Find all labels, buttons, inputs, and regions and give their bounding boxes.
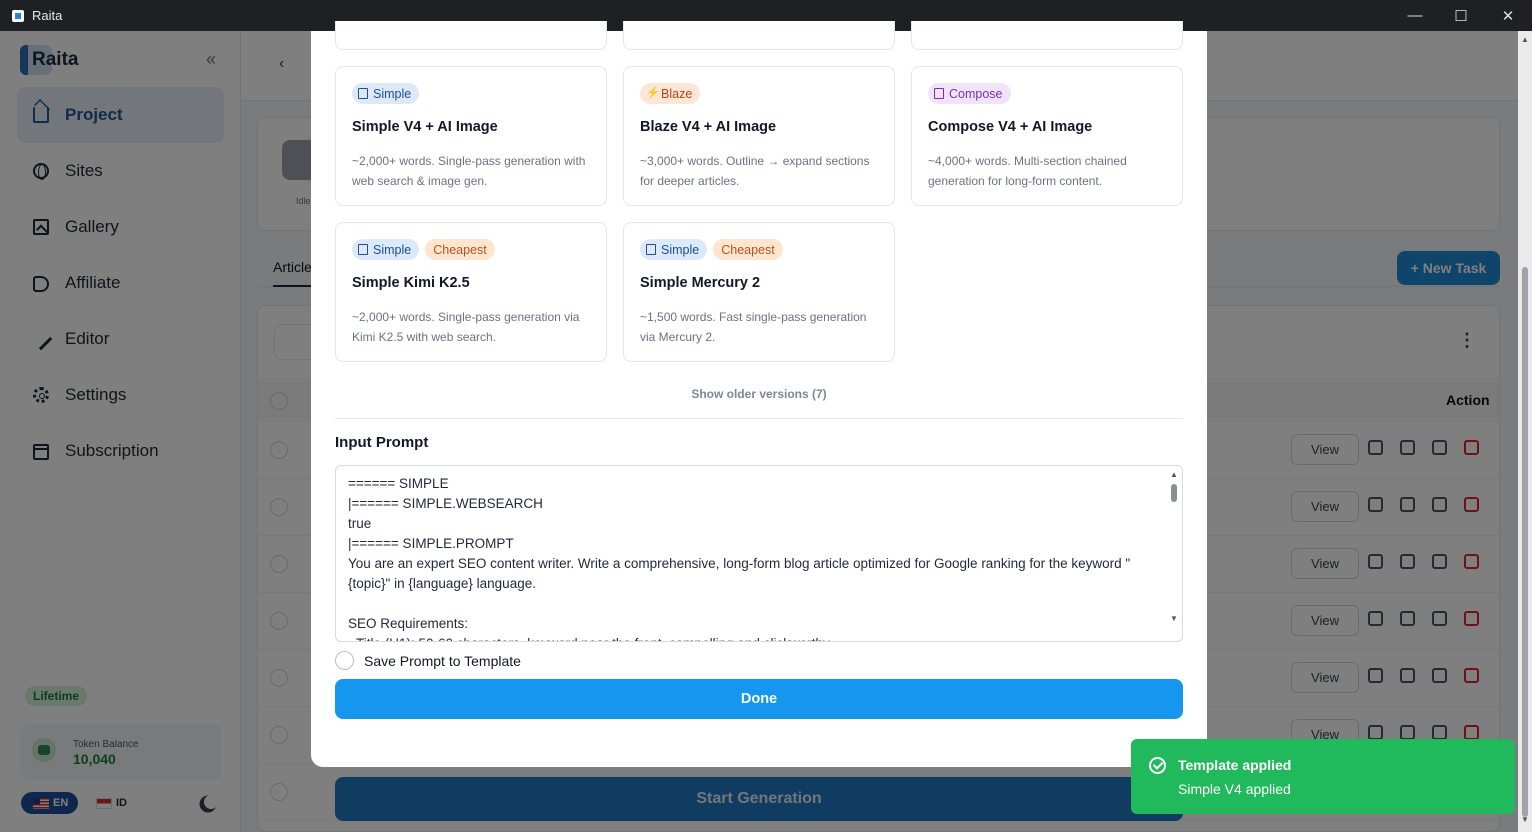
scroll-thumb[interactable] [1171, 484, 1177, 502]
document-icon [358, 88, 368, 99]
scroll-up-icon[interactable]: ▲ [1170, 470, 1178, 479]
tag-label: Blaze [661, 86, 693, 101]
template-name: Compose V4 + AI Image [928, 119, 1093, 135]
template-name: Simple V4 + AI Image [352, 119, 498, 135]
template-description: ~3,000+ words. Outline → expand sections… [640, 154, 870, 188]
save-prompt-checkbox[interactable] [335, 651, 354, 670]
maximize-button[interactable]: ☐ [1438, 0, 1484, 31]
tag-label: Compose [949, 86, 1003, 101]
tag-label: Simple [373, 86, 412, 101]
simple-tag: Simple [352, 239, 420, 260]
template-card[interactable] [911, 21, 1183, 50]
template-card-simple-v4[interactable]: Simple Simple V4 + AI Image ~2,000+ word… [335, 66, 607, 206]
minimize-button[interactable]: — [1392, 0, 1438, 31]
app-icon [12, 9, 24, 22]
toast-message: Simple V4 applied [1178, 781, 1291, 797]
template-description: ~1,500 words. Fast single-pass generatio… [640, 310, 867, 344]
template-name: Simple Mercury 2 [640, 275, 761, 291]
cheapest-tag: Cheapest [713, 239, 783, 260]
toast-title: Template applied [1178, 757, 1292, 773]
template-description: ~4,000+ words. Multi-section chained gen… [928, 154, 1127, 188]
document-icon [358, 244, 368, 255]
lightning-icon: ⚡ [646, 87, 660, 99]
page-scrollbar[interactable]: ▲ ▼ [1518, 31, 1532, 832]
scroll-down-icon[interactable]: ▼ [1170, 614, 1178, 623]
template-card-blaze-v4[interactable]: ⚡ Blaze Blaze V4 + AI Image ~3,000+ words… [623, 66, 895, 206]
simple-tag: Simple [640, 239, 708, 260]
template-description: ~2,000+ words. Single-pass generation vi… [352, 310, 580, 344]
template-modal: Simple Simple V4 + AI Image ~2,000+ word… [311, 21, 1207, 767]
document-icon [646, 244, 656, 255]
compose-tag: Compose [928, 83, 1011, 104]
scroll-down-icon[interactable]: ▼ [1521, 815, 1529, 824]
template-card[interactable] [623, 21, 895, 50]
template-name: Simple Kimi K2.5 [352, 275, 470, 291]
template-card[interactable] [335, 21, 607, 50]
prompt-scrollbar[interactable]: ▲ ▼ [1168, 468, 1180, 639]
app-root: Raita « Project Sites Gallery Affiliate … [0, 21, 1532, 832]
prompt-textarea[interactable]: ====== SIMPLE |====== SIMPLE.WEBSEARCH t… [335, 465, 1183, 642]
tag-label: Simple [661, 242, 700, 257]
template-card-compose-v4[interactable]: Compose Compose V4 + AI Image ~4,000+ wo… [911, 66, 1183, 206]
cheapest-tag: Cheapest [425, 239, 495, 260]
scroll-thumb[interactable] [1522, 267, 1528, 817]
save-prompt-row[interactable]: Save Prompt to Template [335, 651, 521, 670]
prompt-text: ====== SIMPLE |====== SIMPLE.WEBSEARCH t… [348, 476, 1131, 641]
done-button[interactable]: Done [335, 679, 1183, 719]
template-card-simple-mercury[interactable]: Simple Cheapest Simple Mercury 2 ~1,500 w… [623, 222, 895, 362]
window-title: Raita [32, 8, 63, 23]
scroll-up-icon[interactable]: ▲ [1521, 35, 1529, 44]
close-button[interactable]: ✕ [1485, 0, 1531, 31]
save-prompt-label: Save Prompt to Template [364, 652, 521, 669]
blaze-tag: ⚡ Blaze [640, 83, 701, 104]
toast-notification: Template applied Simple V4 applied [1131, 739, 1515, 814]
show-older-versions-link[interactable]: Show older versions (7) [311, 387, 1207, 401]
template-name: Blaze V4 + AI Image [640, 119, 777, 135]
simple-tag: Simple [352, 83, 420, 104]
template-description: ~2,000+ words. Single-pass generation wi… [352, 154, 586, 188]
input-prompt-title: Input Prompt [335, 434, 429, 451]
tag-label: Simple [373, 242, 412, 257]
check-circle-icon [1149, 757, 1166, 774]
compose-icon [934, 88, 944, 99]
template-card-simple-kimi[interactable]: Simple Cheapest Simple Kimi K2.5 ~2,000+ … [335, 222, 607, 362]
divider [335, 418, 1183, 419]
